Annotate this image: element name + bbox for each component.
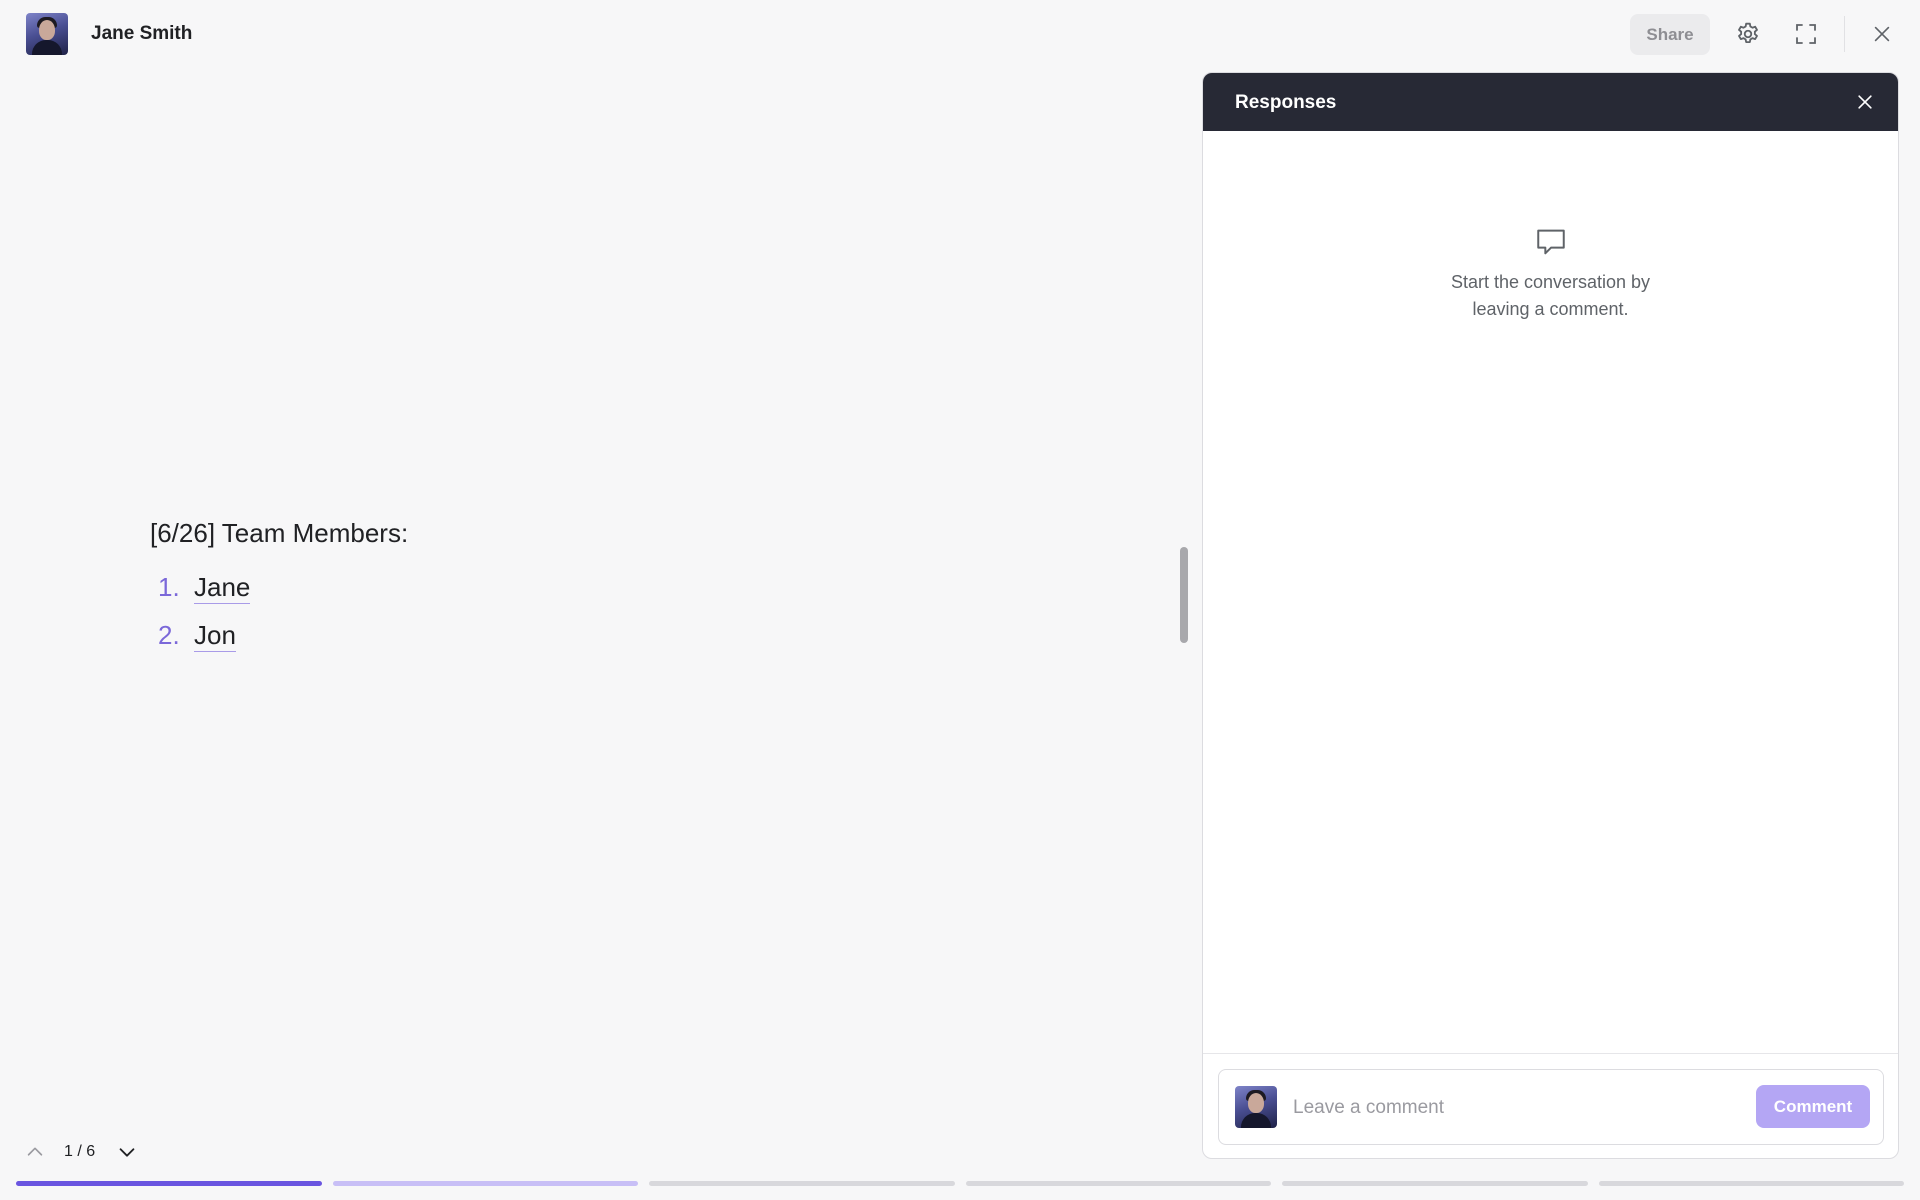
- close-panel-button[interactable]: [1848, 85, 1882, 119]
- progress-segment-4[interactable]: [965, 1181, 1271, 1186]
- expand-icon: [1796, 24, 1816, 44]
- progress-segment-6[interactable]: [1598, 1181, 1904, 1186]
- mention-jon[interactable]: Jon: [194, 621, 236, 652]
- list-item-number: 2.: [158, 620, 180, 650]
- member-list: 1. Jane 2. Jon: [158, 572, 251, 668]
- chevron-up-icon: [27, 1147, 43, 1156]
- empty-state-message: Start the conversation by leaving a comm…: [1450, 272, 1651, 319]
- slide-title: [6/26] Team Members:: [150, 518, 409, 548]
- scrollbar-thumb[interactable]: [1180, 547, 1188, 643]
- close-icon: [1874, 26, 1890, 42]
- previous-page-button[interactable]: [20, 1135, 50, 1169]
- share-button[interactable]: Share: [1630, 14, 1710, 55]
- list-item-number: 1.: [158, 572, 180, 602]
- page-progress-bar: [16, 1181, 1904, 1187]
- panel-title: Responses: [1235, 92, 1337, 113]
- progress-segment-3[interactable]: [649, 1181, 955, 1186]
- list-item: 1. Jane: [158, 572, 251, 620]
- page-counter: 1 / 6: [64, 1143, 96, 1160]
- avatar-face: [39, 20, 55, 40]
- top-bar: Jane Smith Share: [0, 0, 1920, 70]
- progress-segment-5[interactable]: [1282, 1181, 1588, 1186]
- next-page-button[interactable]: [112, 1135, 142, 1169]
- avatar-body: [32, 40, 62, 55]
- settings-button[interactable]: [1730, 16, 1766, 52]
- avatar-face: [1248, 1093, 1264, 1113]
- chevron-down-icon: [119, 1148, 135, 1157]
- panel-divider: [1203, 1053, 1898, 1054]
- responses-panel: Responses Start the conversation by leav…: [1202, 72, 1899, 1159]
- user-name: Jane Smith: [91, 23, 193, 44]
- progress-segment-2[interactable]: [332, 1181, 638, 1186]
- progress-segment-1[interactable]: [16, 1181, 322, 1186]
- commenter-avatar: [1235, 1086, 1277, 1128]
- mention-jane[interactable]: Jane: [194, 573, 251, 604]
- close-icon: [1858, 95, 1872, 109]
- toolbar-divider: [1844, 16, 1845, 52]
- comment-bubble-icon: [1536, 229, 1565, 255]
- user-avatar[interactable]: [26, 13, 68, 55]
- comment-composer: Comment: [1218, 1069, 1884, 1145]
- avatar-body: [1241, 1113, 1271, 1128]
- comment-button[interactable]: Comment: [1756, 1085, 1870, 1128]
- list-item: 2. Jon: [158, 620, 250, 668]
- close-viewer-button[interactable]: [1864, 16, 1900, 52]
- empty-state: Start the conversation by leaving a comm…: [1203, 225, 1898, 323]
- fullscreen-button[interactable]: [1788, 16, 1824, 52]
- comment-input[interactable]: [1293, 1088, 1733, 1128]
- panel-header: Responses: [1203, 73, 1898, 131]
- presentation-viewer: Jane Smith Share [6/26] Team Members: 1.…: [0, 0, 1920, 1200]
- gear-icon: [1738, 22, 1758, 44]
